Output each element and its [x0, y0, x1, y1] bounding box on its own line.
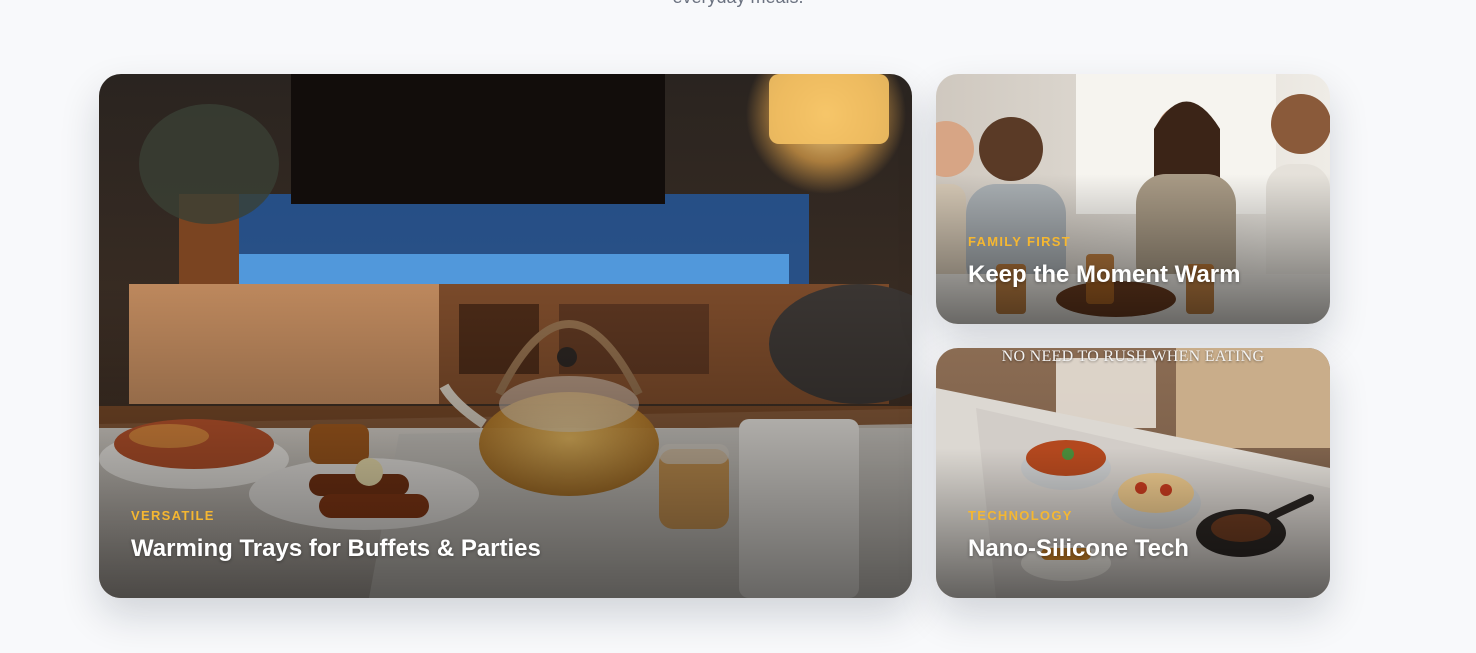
card-kicker: FAMILY FIRST: [968, 234, 1072, 249]
image-caption-text: NO NEED TO RUSH WHEN EATING: [1001, 348, 1265, 365]
card-text-block: FAMILY FIRST Keep the Moment Warm: [968, 234, 1240, 290]
feature-card-technology[interactable]: NO NEED TO RUSH WHEN EATING TECHNOLOGY N…: [936, 348, 1330, 598]
feature-card-versatile[interactable]: VERSATILE Warming Trays for Buffets & Pa…: [99, 74, 912, 598]
card-title: Nano-Silicone Tech: [968, 535, 1189, 562]
card-title: Warming Trays for Buffets & Parties: [131, 535, 541, 562]
card-text-block: VERSATILE Warming Trays for Buffets & Pa…: [131, 508, 541, 564]
feature-card-family-first[interactable]: FAMILY FIRST Keep the Moment Warm: [936, 74, 1330, 324]
card-title: Keep the Moment Warm: [968, 261, 1241, 288]
card-text-block: TECHNOLOGY Nano-Silicone Tech: [968, 508, 1189, 564]
feature-section: everyday meals.: [0, 0, 1476, 653]
card-kicker: VERSATILE: [131, 508, 215, 523]
card-kicker: TECHNOLOGY: [968, 508, 1073, 523]
section-intro-text: everyday meals.: [0, 0, 1476, 8]
